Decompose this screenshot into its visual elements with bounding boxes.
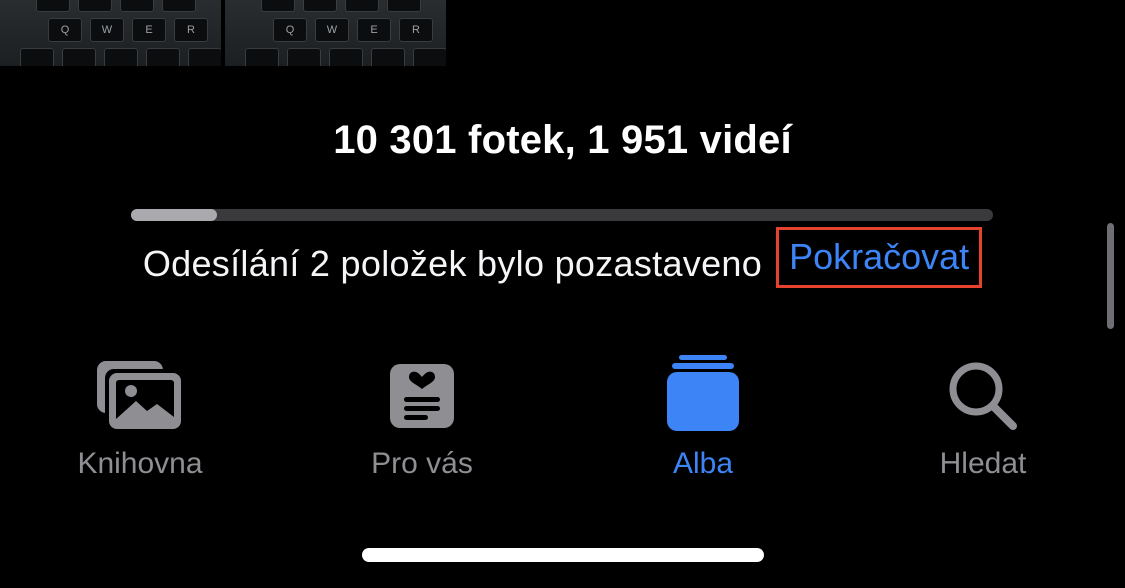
- photo-thumbnail[interactable]: Q W E R: [0, 0, 221, 66]
- tab-albums[interactable]: Alba: [583, 355, 823, 485]
- albums-icon: [667, 355, 739, 431]
- upload-paused-message: Odesílání 2 položek bylo pozastaveno: [142, 243, 763, 284]
- search-icon: [949, 362, 1017, 430]
- upload-progress-fill: [131, 209, 218, 221]
- tab-for-you[interactable]: Pro vás: [302, 355, 542, 485]
- tab-bar: Knihovna Pro vás Alba Hledat: [0, 355, 1125, 485]
- home-indicator[interactable]: [362, 548, 764, 562]
- tab-for-you-label: Pro vás: [371, 447, 473, 480]
- resume-upload-link[interactable]: Pokračovat: [776, 227, 983, 288]
- keyboard-key: Q: [273, 18, 307, 42]
- upload-progress-bar: [131, 209, 993, 221]
- scrollbar[interactable]: [1107, 223, 1114, 329]
- keyboard-key: W: [315, 18, 349, 42]
- keyboard-key: R: [174, 18, 208, 42]
- photo-thumbnails-strip: Q W E R Q W E R: [0, 0, 446, 66]
- library-count-title: 10 301 fotek, 1 951 videí: [333, 118, 792, 162]
- tab-albums-label: Alba: [672, 447, 734, 480]
- keyboard-key: R: [399, 18, 433, 42]
- keyboard-key: E: [132, 18, 166, 42]
- for-you-icon: [390, 364, 454, 428]
- photos-library-icon: [97, 361, 181, 429]
- keyboard-key: E: [357, 18, 391, 42]
- tab-search-label: Hledat: [939, 447, 1027, 480]
- upload-status-row: Odesílání 2 položek bylo pozastaveno Pok…: [0, 227, 1125, 291]
- keyboard-key: Q: [48, 18, 82, 42]
- tab-library[interactable]: Knihovna: [20, 355, 260, 485]
- photo-thumbnail[interactable]: Q W E R: [225, 0, 446, 66]
- tab-search[interactable]: Hledat: [863, 355, 1103, 485]
- keyboard-key: W: [90, 18, 124, 42]
- tab-library-label: Knihovna: [77, 447, 203, 480]
